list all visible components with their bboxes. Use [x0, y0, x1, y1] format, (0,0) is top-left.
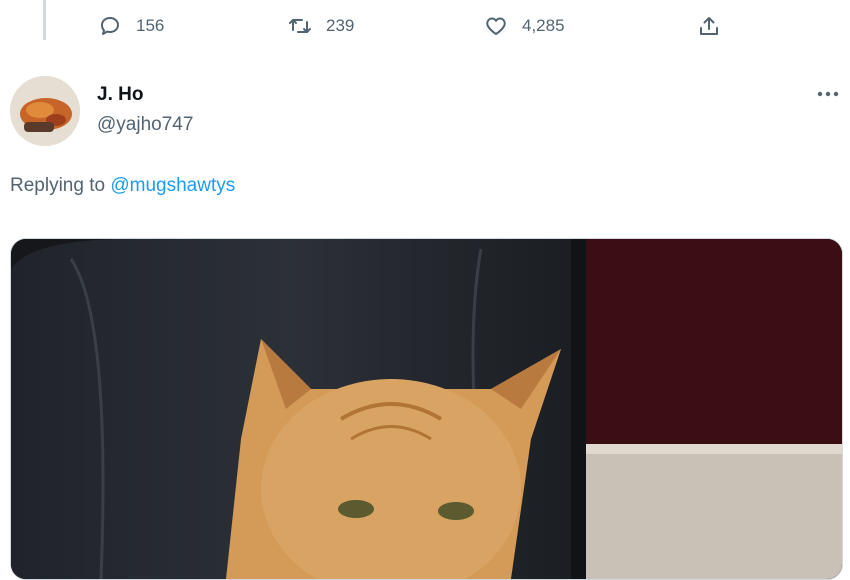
more-icon[interactable] [814, 84, 842, 104]
replying-prefix: Replying to [10, 175, 111, 196]
user-handle[interactable]: @yajho747 [97, 114, 193, 136]
retweet-count: 239 [326, 16, 355, 35]
reply-icon [101, 17, 119, 35]
reply-count: 156 [136, 16, 165, 35]
tweet-media-image[interactable] [10, 238, 843, 580]
replying-to-mention[interactable]: @mugshawtys [110, 175, 235, 196]
retweet-button[interactable]: 239 [288, 14, 354, 38]
tweet-action-bar: 156 239 4,285 [0, 0, 850, 56]
like-icon [486, 17, 506, 35]
like-button[interactable]: 4,285 [484, 14, 565, 38]
reply-button[interactable]: 156 [98, 14, 164, 38]
share-icon [700, 17, 718, 35]
retweet-icon [289, 19, 311, 33]
avatar-image [10, 76, 80, 146]
share-button[interactable] [697, 14, 721, 38]
avatar[interactable] [10, 76, 80, 146]
like-count: 4,285 [522, 16, 565, 35]
display-name[interactable]: J. Ho [97, 84, 143, 106]
cat-photo [11, 239, 842, 579]
replying-to: Replying to @mugshawtys [10, 175, 235, 197]
